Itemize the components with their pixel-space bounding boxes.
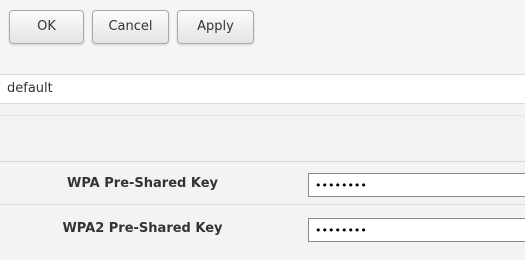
apply-button[interactable]: Apply	[177, 10, 254, 44]
profile-name-row: default	[0, 74, 525, 104]
toolbar: OK Cancel Apply	[0, 0, 525, 74]
wpa2-key-label: WPA2 Pre-Shared Key	[62, 221, 223, 236]
wpa2-key-input[interactable]	[308, 218, 525, 242]
wpa2-key-row: WPA2 Pre-Shared Key	[0, 208, 525, 250]
wpa-key-label: WPA Pre-Shared Key	[67, 176, 218, 191]
ok-button[interactable]: OK	[9, 10, 84, 44]
cancel-button[interactable]: Cancel	[92, 10, 169, 44]
wpa-key-row: WPA Pre-Shared Key	[0, 163, 525, 205]
profile-name: default	[7, 81, 53, 96]
wpa-key-input[interactable]	[308, 173, 525, 197]
blank-row	[0, 115, 525, 162]
